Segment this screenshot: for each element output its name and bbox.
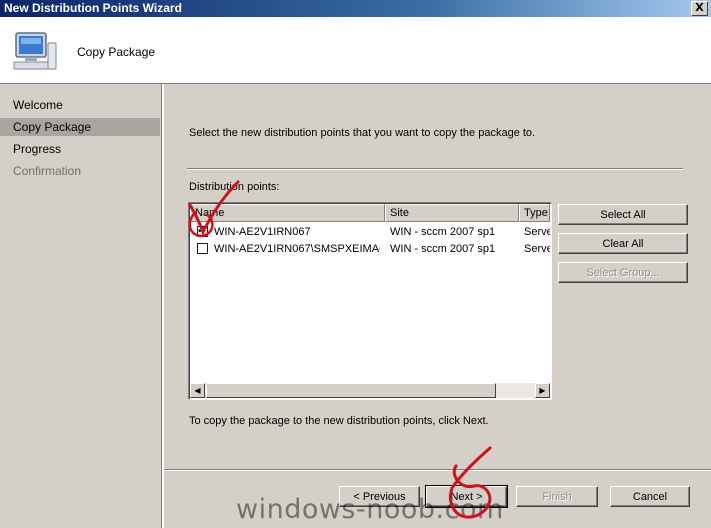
sidebar-item-confirmation: Confirmation [13, 164, 82, 178]
scroll-left-icon[interactable]: ◀ [190, 383, 205, 398]
row-checkbox[interactable]: ✓ [197, 224, 208, 237]
clear-all-button[interactable]: Clear All [558, 233, 688, 254]
list-item[interactable]: WIN-AE2V1IRN067\SMSPXEIMAGES$ WIN - sccm… [190, 241, 550, 258]
row-type: Server [524, 226, 550, 238]
next-instruction-text: To copy the package to the new distribut… [189, 415, 489, 427]
select-group-button: Select Group... [558, 262, 688, 283]
sidebar-item-progress[interactable]: Progress [0, 140, 160, 158]
horizontal-scrollbar[interactable]: ◀ ▶ [190, 383, 550, 398]
divider [187, 168, 683, 170]
title-bar: New Distribution Points Wizard X [0, 0, 711, 17]
column-header-name[interactable]: Name [190, 204, 385, 222]
wizard-header: Copy Package [0, 17, 711, 84]
column-header-type[interactable]: Type [519, 204, 550, 222]
row-checkbox[interactable] [197, 243, 208, 254]
close-button[interactable]: X [691, 1, 708, 16]
window-title: New Distribution Points Wizard [4, 1, 182, 15]
column-header-site[interactable]: Site [385, 204, 519, 222]
sidebar-item-copy-package[interactable]: Copy Package [0, 118, 160, 136]
page-title: Copy Package [77, 45, 156, 59]
row-name: WIN-AE2V1IRN067\SMSPXEIMAGES$ [214, 243, 380, 255]
instruction-text: Select the new distribution points that … [189, 127, 536, 139]
row-site: WIN - sccm 2007 sp1 [390, 243, 496, 255]
check-mark-icon: ✓ [197, 224, 207, 236]
select-all-button[interactable]: Select All [558, 204, 688, 225]
row-type: Server [524, 243, 550, 255]
list-item[interactable]: ✓ WIN-AE2V1IRN067 WIN - sccm 2007 sp1 Se… [190, 224, 550, 241]
row-name: WIN-AE2V1IRN067 [214, 226, 311, 238]
scroll-thumb[interactable] [206, 383, 496, 398]
wizard-content: Select the new distribution points that … [164, 84, 711, 528]
distribution-points-list[interactable]: Name Site Type ✓ WIN-AE2V1IRN067 WIN - s… [188, 202, 552, 400]
distribution-points-label: Distribution points: [189, 181, 280, 193]
wizard-sidebar: Welcome Copy Package Progress Confirmati… [0, 84, 164, 528]
row-site: WIN - sccm 2007 sp1 [390, 226, 496, 238]
computer-icon [13, 32, 57, 70]
list-header: Name Site Type [190, 204, 550, 222]
site-watermark: windows-noob.com [236, 494, 504, 525]
scroll-right-icon[interactable]: ▶ [535, 383, 550, 398]
finish-button: Finish [516, 486, 598, 507]
cancel-button[interactable]: Cancel [610, 486, 690, 507]
footer-divider [164, 469, 711, 471]
sidebar-item-welcome[interactable]: Welcome [0, 96, 160, 114]
